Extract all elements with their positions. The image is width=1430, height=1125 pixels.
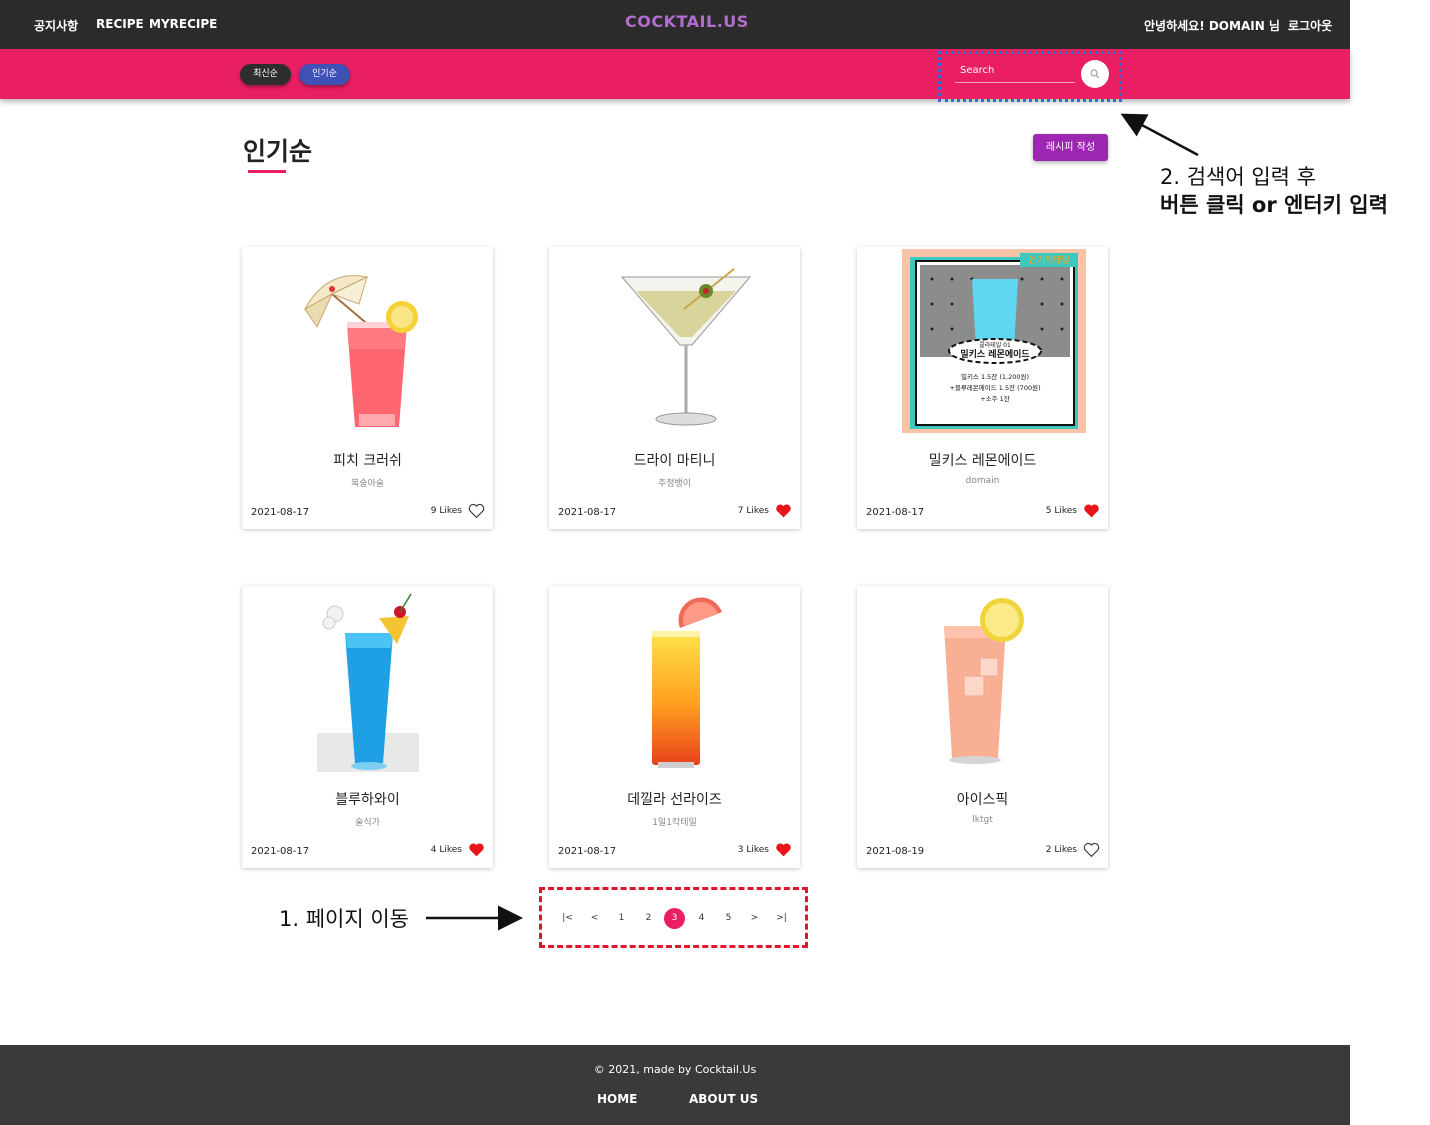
blue-hawaii-image bbox=[317, 593, 419, 772]
card-likes: 5 Likes bbox=[1045, 506, 1077, 516]
poster-subtitle: 콜라테일 01 bbox=[979, 341, 1011, 349]
card-name: 블루하와이 bbox=[335, 792, 400, 808]
next-page-button[interactable]: > bbox=[744, 908, 765, 929]
prev-page-button[interactable]: < bbox=[584, 908, 605, 929]
poster-line3: +소주 1잔 bbox=[980, 394, 1010, 403]
card-name: 밀키스 레몬에이드 bbox=[928, 453, 1037, 469]
search-annotation: 2. 검색어 입력 후 버튼 클릭 or 엔터키 입력 bbox=[1160, 163, 1425, 219]
card-date: 2021-08-17 bbox=[251, 507, 310, 518]
recipe-card[interactable]: 블루하와이 술식가 2021-08-17 4 Likes bbox=[242, 586, 493, 868]
milkis-lemonade-poster-image: 인기칵테일 콜라테일 01 밀키스 레몬에이드 밀키스 1.5잔 (1,200원… bbox=[902, 249, 1086, 433]
heart-outline-icon[interactable] bbox=[1083, 842, 1100, 858]
recipe-card[interactable]: 인기칵테일 콜라테일 01 밀키스 레몬에이드 밀키스 1.5잔 (1,200원… bbox=[857, 247, 1108, 529]
last-page-button[interactable]: >| bbox=[771, 908, 792, 929]
write-recipe-button[interactable]: 레시피 작성 bbox=[1033, 134, 1108, 161]
page-title: 인기순 bbox=[243, 137, 313, 166]
card-likes: 7 Likes bbox=[737, 506, 769, 516]
site-footer: © 2021, made by Cocktail.Us HOME ABOUT U… bbox=[0, 1045, 1350, 1125]
heart-filled-icon[interactable] bbox=[775, 503, 792, 519]
search-annotation-line1: 2. 검색어 입력 후 bbox=[1160, 165, 1316, 189]
card-date: 2021-08-17 bbox=[251, 846, 310, 857]
ice-pick-image bbox=[944, 598, 1024, 764]
tequila-sunrise-image bbox=[652, 597, 722, 768]
card-name: 드라이 마티니 bbox=[633, 453, 716, 469]
heart-outline-icon[interactable] bbox=[468, 503, 485, 519]
peach-crush-image bbox=[303, 275, 418, 427]
user-greeting: 안녕하세요! DOMAIN 님 bbox=[1144, 19, 1280, 33]
dry-martini-image bbox=[620, 268, 752, 426]
first-page-button[interactable]: |< bbox=[557, 908, 578, 929]
search-annotation-line2: 버튼 클릭 or 엔터키 입력 bbox=[1160, 193, 1388, 217]
page-1-button[interactable]: 1 bbox=[611, 908, 632, 929]
card-name: 아이스픽 bbox=[956, 792, 1009, 808]
page-3-button[interactable]: 3 bbox=[664, 908, 685, 929]
card-likes: 9 Likes bbox=[430, 506, 462, 516]
nav-recipe-link[interactable]: RECIPE bbox=[96, 17, 144, 31]
site-logo[interactable]: COCKTAIL.US bbox=[625, 12, 749, 31]
title-underline bbox=[248, 170, 286, 173]
nav-myrecipe-link[interactable]: MYRECIPE bbox=[149, 17, 217, 31]
card-author: 1일1칵테일 bbox=[652, 818, 697, 828]
sort-latest-button[interactable]: 최신순 bbox=[240, 64, 291, 85]
heart-filled-icon[interactable] bbox=[775, 842, 792, 858]
filter-bar: 최신순 인기순 bbox=[0, 49, 1350, 99]
card-likes: 2 Likes bbox=[1045, 845, 1077, 855]
recipe-card[interactable]: 데낄라 선라이즈 1일1칵테일 2021-08-17 3 Likes bbox=[549, 586, 800, 868]
card-author: domain bbox=[965, 476, 1000, 486]
card-author: 술식가 bbox=[355, 818, 380, 828]
card-date: 2021-08-19 bbox=[866, 846, 925, 857]
search-arrow bbox=[1120, 113, 1199, 157]
poster-line1: 밀키스 1.5잔 (1,200원) bbox=[961, 372, 1029, 381]
page-5-button[interactable]: 5 bbox=[718, 908, 739, 929]
poster-badge: 인기칵테일 bbox=[1028, 254, 1069, 266]
footer-home-link[interactable]: HOME bbox=[597, 1092, 637, 1106]
pagination-annotation: 1. 페이지 이동 bbox=[279, 907, 409, 931]
card-date: 2021-08-17 bbox=[866, 507, 925, 518]
card-author: 주정뱅이 bbox=[657, 479, 692, 489]
recipe-card[interactable]: 아이스픽 lktgt 2021-08-19 2 Likes bbox=[857, 586, 1108, 868]
copyright-text: © 2021, made by Cocktail.Us bbox=[593, 1063, 757, 1076]
recipe-card[interactable]: 드라이 마티니 주정뱅이 2021-08-17 7 Likes bbox=[549, 247, 800, 529]
card-likes: 3 Likes bbox=[737, 845, 769, 855]
card-name: 피치 크러쉬 bbox=[333, 453, 402, 469]
heart-filled-icon[interactable] bbox=[468, 842, 485, 858]
page-4-button[interactable]: 4 bbox=[691, 908, 712, 929]
card-author: lktgt bbox=[972, 815, 993, 825]
footer-about-link[interactable]: ABOUT US bbox=[689, 1092, 758, 1106]
search-highlight-box bbox=[938, 51, 1122, 102]
nav-notice-link[interactable]: 공지사항 bbox=[34, 17, 78, 34]
page-2-button[interactable]: 2 bbox=[638, 908, 659, 929]
top-navbar: 공지사항 RECIPE MYRECIPE COCKTAIL.US 안녕하세요! … bbox=[0, 0, 1350, 49]
poster-title: 밀키스 레몬에이드 bbox=[960, 348, 1030, 360]
poster-line2: +블루레몬에이드 1.5잔 (700원) bbox=[949, 383, 1040, 392]
sort-popular-button[interactable]: 인기순 bbox=[299, 64, 350, 85]
card-date: 2021-08-17 bbox=[558, 846, 617, 857]
card-likes: 4 Likes bbox=[430, 845, 462, 855]
recipe-card[interactable]: 피치 크러쉬 복숭아술 2021-08-17 9 Likes bbox=[242, 247, 493, 529]
card-name: 데낄라 선라이즈 bbox=[627, 792, 722, 808]
card-date: 2021-08-17 bbox=[558, 507, 617, 518]
card-author: 복숭아술 bbox=[350, 479, 385, 489]
logout-link[interactable]: 로그아웃 bbox=[1288, 17, 1332, 34]
heart-filled-icon[interactable] bbox=[1083, 503, 1100, 519]
